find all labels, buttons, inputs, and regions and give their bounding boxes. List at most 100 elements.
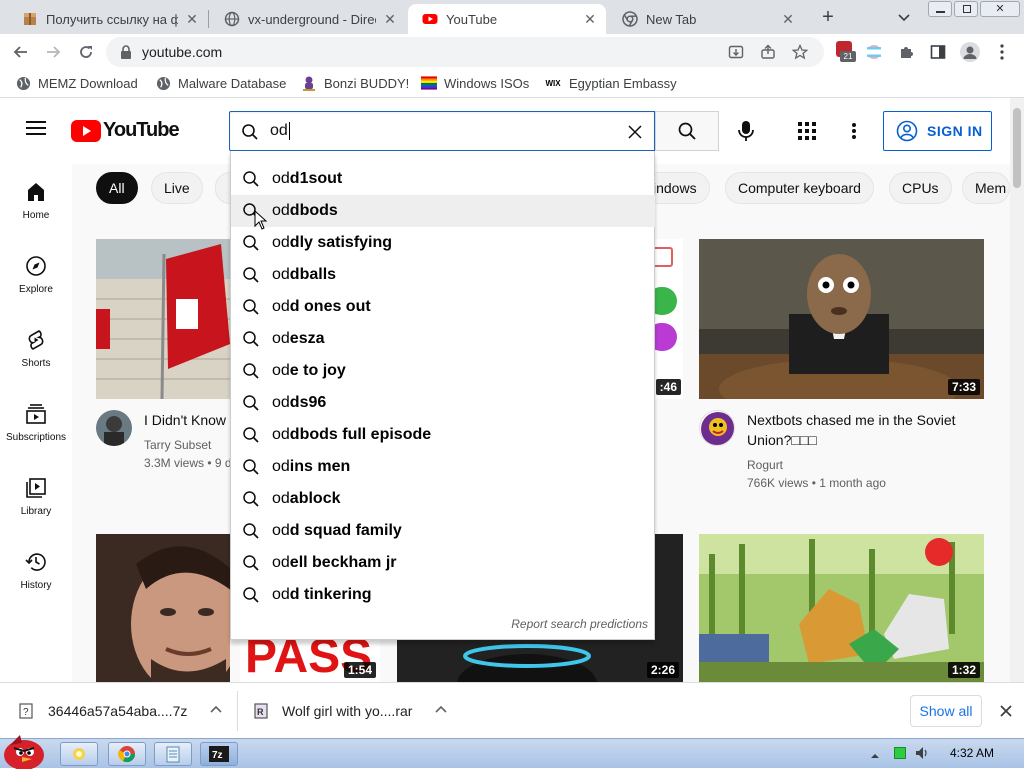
taskbar-explorer[interactable] [60, 742, 98, 766]
suggestion-item[interactable]: od d tinkering [231, 579, 655, 611]
install-app-icon[interactable] [728, 44, 744, 60]
start-button[interactable] [0, 731, 48, 770]
chevron-up-icon[interactable] [209, 703, 223, 720]
chip-cpus[interactable]: CPUs [889, 172, 952, 204]
channel-avatar[interactable] [699, 410, 735, 446]
download-item[interactable]: R Wolf girl with yo....rar [253, 683, 448, 739]
guide-explore[interactable]: Explore [0, 254, 72, 295]
guide-subscriptions[interactable]: Subscriptions [0, 402, 72, 443]
chevron-down-icon[interactable] [896, 9, 912, 25]
bookmark-bonzi-buddy[interactable]: Bonzi BUDDY! [301, 75, 409, 91]
taskbar-chrome[interactable] [108, 742, 146, 766]
bookmark-malware-database[interactable]: Malware Database [155, 75, 286, 91]
share-icon[interactable] [760, 44, 776, 60]
close-icon[interactable]: ✕ [382, 11, 398, 28]
forward-button[interactable] [41, 40, 65, 64]
taskbar-7zip[interactable]: 7z [200, 742, 238, 766]
video-thumbnail[interactable] [96, 534, 230, 682]
address-bar[interactable]: youtube.com [106, 37, 824, 67]
video-title[interactable]: Nextbots chased me in the Soviet Union?□… [747, 410, 987, 450]
suggestion-item[interactable]: od d1sout [231, 163, 655, 195]
search-button[interactable] [655, 111, 719, 151]
suggestion-item[interactable]: od ablock [231, 483, 655, 515]
taskbar-clock[interactable]: 4:32 AM [950, 746, 994, 760]
suggestion-item[interactable]: od ds96 [231, 387, 655, 419]
bookmark-windows-isos[interactable]: Windows ISOs [421, 75, 529, 91]
suggestion-item[interactable]: od d ones out [231, 291, 655, 323]
channel-name[interactable]: Rogurt [747, 456, 783, 474]
bookmark-memz[interactable]: MEMZ Download [15, 75, 138, 91]
apps-grid-icon[interactable] [798, 122, 816, 140]
guide-shorts[interactable]: Shorts [0, 328, 72, 369]
pride-extension-icon[interactable] [866, 44, 882, 60]
suggestion-item[interactable]: od dly satisfying [231, 227, 655, 259]
clear-search-icon[interactable] [626, 123, 644, 141]
bookmark-egyptian-embassy[interactable]: WIX Egyptian Embassy [544, 75, 676, 91]
video-thumbnail[interactable]: 1:32 [699, 534, 984, 682]
extension-adblock-icon[interactable]: 21 [836, 41, 856, 65]
suggestion-prefix: od [272, 234, 290, 251]
guide-history[interactable]: History [0, 550, 72, 591]
kebab-menu-icon[interactable] [996, 43, 1008, 61]
tab-get-link[interactable]: Получить ссылку на ф ✕ [8, 4, 208, 34]
channel-avatar[interactable] [96, 410, 132, 446]
chip-memory[interactable]: Mem [962, 172, 1010, 204]
volume-icon[interactable] [914, 745, 930, 761]
back-button[interactable] [9, 40, 33, 64]
guide-home[interactable]: Home [0, 180, 72, 221]
minimize-button[interactable] [928, 1, 952, 17]
taskbar-notepad[interactable] [154, 742, 192, 766]
search-input[interactable]: od [229, 111, 655, 151]
bookmark-star-icon[interactable] [791, 43, 809, 60]
search-query[interactable]: od [270, 120, 290, 142]
channel-name[interactable]: Tarry Subset [144, 436, 230, 454]
close-icon[interactable]: ✕ [582, 11, 598, 28]
tab-vx-underground[interactable]: vx-underground - Direc ✕ [210, 4, 406, 34]
suggestion-item[interactable]: od ell beckham jr [231, 547, 655, 579]
close-window-button[interactable]: ✕ [980, 1, 1020, 17]
youtube-logo[interactable]: YouTube [71, 119, 180, 142]
video-title[interactable]: I Didn't Know [144, 410, 230, 430]
bookmark-label: Windows ISOs [444, 75, 530, 91]
chip-live[interactable]: Live [151, 172, 203, 204]
close-icon[interactable]: ✕ [780, 11, 796, 28]
suggestion-item[interactable]: od dballs [231, 259, 655, 291]
profile-avatar[interactable] [960, 42, 980, 62]
suggestion-item[interactable]: od esza [231, 323, 655, 355]
history-icon [25, 553, 46, 571]
chip-computer-keyboard[interactable]: Computer keyboard [725, 172, 874, 204]
close-shelf-icon[interactable] [998, 703, 1014, 719]
tab-title: Получить ссылку на ф [46, 11, 178, 27]
suggestion-item[interactable]: od e to joy [231, 355, 655, 387]
voice-search-button[interactable] [736, 120, 756, 144]
puzzle-icon[interactable] [898, 44, 914, 60]
new-tab-button[interactable]: + [818, 6, 838, 28]
suggestion-item[interactable]: od ins men [231, 451, 655, 483]
hamburger-menu-icon[interactable] [26, 120, 46, 136]
home-icon [28, 183, 44, 201]
network-icon[interactable] [894, 747, 906, 759]
scrollbar-thumb[interactable] [1013, 108, 1021, 188]
reload-button[interactable] [74, 40, 98, 64]
restore-button[interactable] [954, 1, 978, 17]
tab-new-tab[interactable]: New Tab ✕ [608, 4, 804, 34]
suggestion-item[interactable]: od d squad family [231, 515, 655, 547]
side-panel-icon[interactable] [930, 44, 946, 60]
settings-kebab-icon[interactable] [848, 122, 860, 140]
video-thumbnail[interactable]: :46 [655, 239, 683, 399]
video-thumbnail[interactable] [96, 239, 230, 399]
show-all-downloads-button[interactable]: Show all [910, 695, 982, 727]
download-item[interactable]: ? 36446a57a54aba....7z [18, 683, 223, 739]
suggestion-item[interactable]: od dbods [231, 195, 655, 227]
guide-library[interactable]: Library [0, 476, 72, 517]
chip-all[interactable]: All [96, 172, 138, 204]
close-icon[interactable]: ✕ [184, 11, 200, 28]
page-scrollbar[interactable] [1010, 98, 1024, 682]
tab-youtube[interactable]: YouTube ✕ [408, 4, 606, 34]
sign-in-button[interactable]: SIGN IN [883, 111, 992, 151]
suggestion-item[interactable]: od dbods full episode [231, 419, 655, 451]
tray-expand-icon[interactable] [870, 749, 880, 759]
report-search-predictions-link[interactable]: Report search predictions [511, 617, 648, 631]
video-thumbnail[interactable]: 7:33 [699, 239, 984, 399]
chevron-up-icon[interactable] [434, 703, 448, 720]
